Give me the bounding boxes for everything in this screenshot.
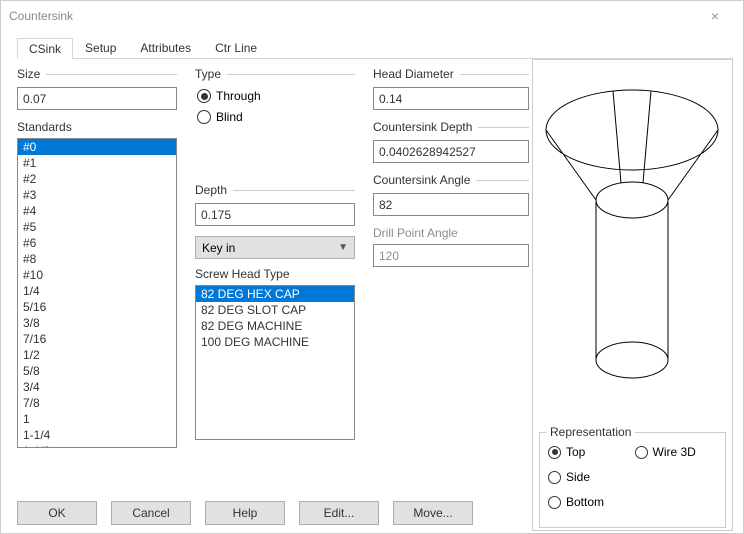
drill-point-angle-input <box>373 244 529 267</box>
tab-ctrline[interactable]: Ctr Line <box>203 37 269 58</box>
countersink-preview-icon <box>533 60 732 420</box>
list-item[interactable]: #4 <box>18 203 176 219</box>
close-icon[interactable]: × <box>695 8 735 24</box>
list-item[interactable]: 5/8 <box>18 363 176 379</box>
list-item[interactable]: #3 <box>18 187 176 203</box>
countersink-dialog: Countersink × CSink Setup Attributes Ctr… <box>0 0 744 534</box>
radio-label: Blind <box>216 110 243 124</box>
csink-depth-group: Countersink Depth <box>373 120 529 163</box>
rep-side-radio[interactable]: Side <box>546 468 633 489</box>
rep-top-radio[interactable]: Top <box>546 443 633 464</box>
depth-input[interactable] <box>195 203 355 226</box>
list-item[interactable]: 1/4 <box>18 283 176 299</box>
list-item[interactable]: 7/8 <box>18 395 176 411</box>
list-item[interactable]: 1 <box>18 411 176 427</box>
list-item[interactable]: 3/4 <box>18 379 176 395</box>
representation-group: Representation Top Wire 3D Side <box>539 432 726 528</box>
list-item[interactable]: #1 <box>18 155 176 171</box>
size-label: Size <box>17 67 46 81</box>
type-blind-radio[interactable]: Blind <box>195 108 355 129</box>
list-item[interactable]: #5 <box>18 219 176 235</box>
depth-label: Depth <box>195 183 233 197</box>
radio-label: Side <box>566 470 590 484</box>
representation-label: Representation <box>546 425 635 439</box>
size-input[interactable] <box>17 87 177 110</box>
head-diameter-input[interactable] <box>373 87 529 110</box>
radio-label: Bottom <box>566 495 604 509</box>
list-item[interactable]: 7/16 <box>18 331 176 347</box>
column-size-standards: Size Standards #0 #1 #2 #3 #4 #5 #6 #8 #… <box>17 67 177 448</box>
screw-head-label: Screw Head Type <box>195 267 355 285</box>
list-item[interactable]: 5/16 <box>18 299 176 315</box>
csink-angle-group: Countersink Angle <box>373 173 529 216</box>
edit-button[interactable]: Edit... <box>299 501 379 525</box>
type-through-radio[interactable]: Through <box>195 87 355 108</box>
tab-setup[interactable]: Setup <box>73 37 128 58</box>
radio-icon <box>197 89 211 103</box>
column-type-depth: Type Through Blind Depth Key in <box>195 67 355 448</box>
standards-listbox[interactable]: #0 #1 #2 #3 #4 #5 #6 #8 #10 1/4 5/16 3/8… <box>17 138 177 448</box>
list-item[interactable]: #10 <box>18 267 176 283</box>
csink-depth-input[interactable] <box>373 140 529 163</box>
screw-head-listbox[interactable]: 82 DEG HEX CAP 82 DEG SLOT CAP 82 DEG MA… <box>195 285 355 440</box>
tab-csink[interactable]: CSink <box>17 38 73 59</box>
standards-label: Standards <box>17 120 177 138</box>
list-item[interactable]: 1/2 <box>18 347 176 363</box>
move-button[interactable]: Move... <box>393 501 473 525</box>
radio-icon <box>548 496 561 509</box>
window-title: Countersink <box>9 9 695 23</box>
list-item[interactable]: 82 DEG SLOT CAP <box>196 302 354 318</box>
list-item[interactable]: 1-1/4 <box>18 427 176 443</box>
radio-icon <box>548 446 561 459</box>
rep-bottom-radio[interactable]: Bottom <box>546 493 633 514</box>
ok-button[interactable]: OK <box>17 501 97 525</box>
size-group: Size <box>17 67 177 110</box>
radio-icon <box>548 471 561 484</box>
select-value: Key in <box>202 241 235 255</box>
list-item[interactable]: #2 <box>18 171 176 187</box>
titlebar: Countersink × <box>1 1 743 31</box>
rep-wire3d-radio[interactable]: Wire 3D <box>633 443 720 464</box>
list-item[interactable]: 82 DEG HEX CAP <box>196 286 354 302</box>
list-item[interactable]: 3/8 <box>18 315 176 331</box>
list-item[interactable]: #8 <box>18 251 176 267</box>
list-item[interactable]: #0 <box>18 139 176 155</box>
cancel-button[interactable]: Cancel <box>111 501 191 525</box>
depth-group: Depth <box>195 183 355 226</box>
radio-icon <box>635 446 648 459</box>
column-parameters: Head Diameter Countersink Depth Counters… <box>373 67 529 448</box>
head-diameter-group: Head Diameter <box>373 67 529 110</box>
csink-angle-input[interactable] <box>373 193 529 216</box>
button-row: OK Cancel Help Edit... Move... <box>17 501 473 525</box>
head-diameter-label: Head Diameter <box>373 67 460 81</box>
list-item[interactable]: 100 DEG MACHINE <box>196 334 354 350</box>
radio-label: Wire 3D <box>653 445 696 459</box>
tab-strip: CSink Setup Attributes Ctr Line <box>17 37 733 59</box>
preview-pane: Representation Top Wire 3D Side <box>532 59 733 531</box>
dialog-content: CSink Setup Attributes Ctr Line Size Sta… <box>11 37 733 531</box>
csink-depth-label: Countersink Depth <box>373 120 478 134</box>
chevron-down-icon: ▼ <box>338 242 348 253</box>
radio-label: Through <box>216 89 261 103</box>
type-group: Type Through Blind <box>195 67 355 129</box>
list-item[interactable]: 1-1/2 <box>18 443 176 448</box>
type-label: Type <box>195 67 227 81</box>
keyin-select[interactable]: Key in ▼ <box>195 236 355 259</box>
tab-attributes[interactable]: Attributes <box>128 37 203 58</box>
drill-point-angle-label: Drill Point Angle <box>373 226 529 244</box>
list-item[interactable]: 82 DEG MACHINE <box>196 318 354 334</box>
csink-angle-label: Countersink Angle <box>373 173 476 187</box>
help-button[interactable]: Help <box>205 501 285 525</box>
list-item[interactable]: #6 <box>18 235 176 251</box>
radio-label: Top <box>566 445 585 459</box>
radio-icon <box>197 110 211 124</box>
